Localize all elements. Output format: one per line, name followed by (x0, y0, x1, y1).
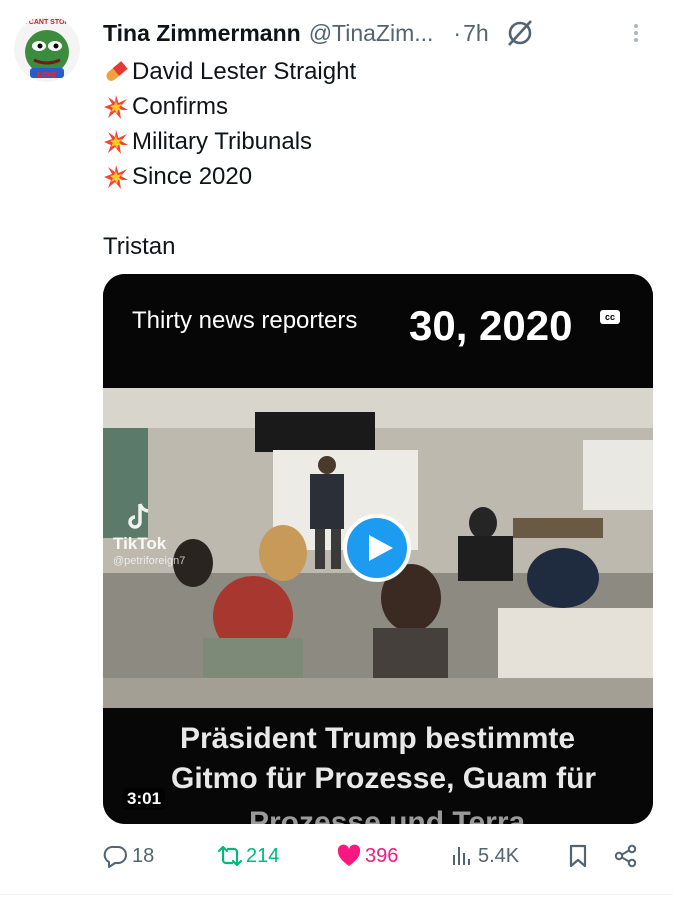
video-caption-title: Thirty news reporters (132, 307, 358, 334)
analytics-icon (453, 847, 470, 865)
separator-dot: · (453, 19, 462, 46)
tweet-signature: Tristan (103, 229, 356, 264)
video-player[interactable]: Thirty news reporters 30, 2020 cc TikTok… (103, 274, 653, 824)
tweet-line-text: David Lester Straight (132, 58, 357, 85)
video-subtitles: Präsident Trump bestimmte Gitmo für Proz… (103, 708, 653, 824)
tiktok-user: @petriforeign7 (113, 555, 186, 567)
video-top-banner: Thirty news reporters 30, 2020 cc (103, 274, 653, 388)
bookmark-icon (569, 844, 587, 868)
like-button[interactable]: 396 (336, 838, 398, 874)
tweet-header: Tina Zimmermann @TinaZim... · 7h (103, 17, 648, 49)
closed-captions-icon[interactable]: cc (600, 310, 620, 324)
user-handle[interactable]: @TinaZim... (309, 20, 434, 47)
heart-icon (337, 844, 361, 866)
timestamp[interactable]: 7h (463, 20, 489, 47)
retweet-icon (217, 845, 243, 867)
share-icon (614, 844, 637, 868)
display-name[interactable]: Tina Zimmermann (103, 20, 301, 47)
collision-emoji-icon (103, 129, 129, 155)
svg-text:I CANT STOP: I CANT STOP (25, 19, 70, 26)
collision-emoji-icon (103, 164, 129, 190)
action-bar: 18 214 396 5.4K (103, 838, 648, 874)
collision-emoji-icon (103, 94, 129, 120)
subtitle-line: Prozesse und Terra (249, 806, 526, 824)
tweet-line: Since 2020 (103, 159, 356, 194)
reply-icon (103, 845, 127, 868)
reply-button[interactable]: 18 (103, 838, 154, 874)
subtitle-line: Präsident Trump bestimmte (180, 722, 576, 755)
pill-emoji-icon (103, 59, 129, 85)
divider (0, 894, 673, 895)
views-button[interactable]: 5.4K (449, 838, 519, 874)
svg-text:LOVE: LOVE (37, 72, 56, 79)
signature-text: Tristan (103, 233, 176, 260)
tweet-line-text: Military Tribunals (132, 128, 313, 155)
tweet-text: David Lester Straight Confirms Military … (103, 54, 356, 264)
retweet-button[interactable]: 214 (217, 838, 279, 874)
play-button[interactable] (343, 514, 411, 582)
avatar[interactable]: I CANT STOP LOVE (14, 16, 80, 82)
video-date-text: 30, 2020 (409, 302, 573, 349)
tiktok-label: TikTok (113, 534, 167, 553)
like-count: 396 (365, 844, 399, 867)
view-count: 5.4K (478, 844, 520, 867)
more-vertical-icon[interactable] (624, 21, 648, 45)
tweet-line: David Lester Straight (103, 54, 356, 89)
subtitle-line: Gitmo für Prozesse, Guam für (171, 762, 597, 795)
pepe-avatar-icon: I CANT STOP LOVE (14, 16, 80, 82)
tweet-line-text: Since 2020 (132, 163, 253, 190)
retweet-count: 214 (246, 844, 280, 867)
null-circle-icon (505, 18, 535, 48)
tweet-line: Military Tribunals (103, 124, 356, 159)
video-duration: 3:01 (123, 788, 166, 810)
tiktok-watermark: TikTok @petriforeign7 (113, 502, 185, 567)
tweet-line-text: Confirms (132, 93, 229, 120)
bookmark-button[interactable] (565, 838, 594, 874)
tweet-line: Confirms (103, 89, 356, 124)
play-icon (368, 535, 393, 561)
share-button[interactable] (613, 838, 642, 874)
tiktok-logo-icon (128, 503, 149, 529)
reply-count: 18 (132, 844, 155, 867)
